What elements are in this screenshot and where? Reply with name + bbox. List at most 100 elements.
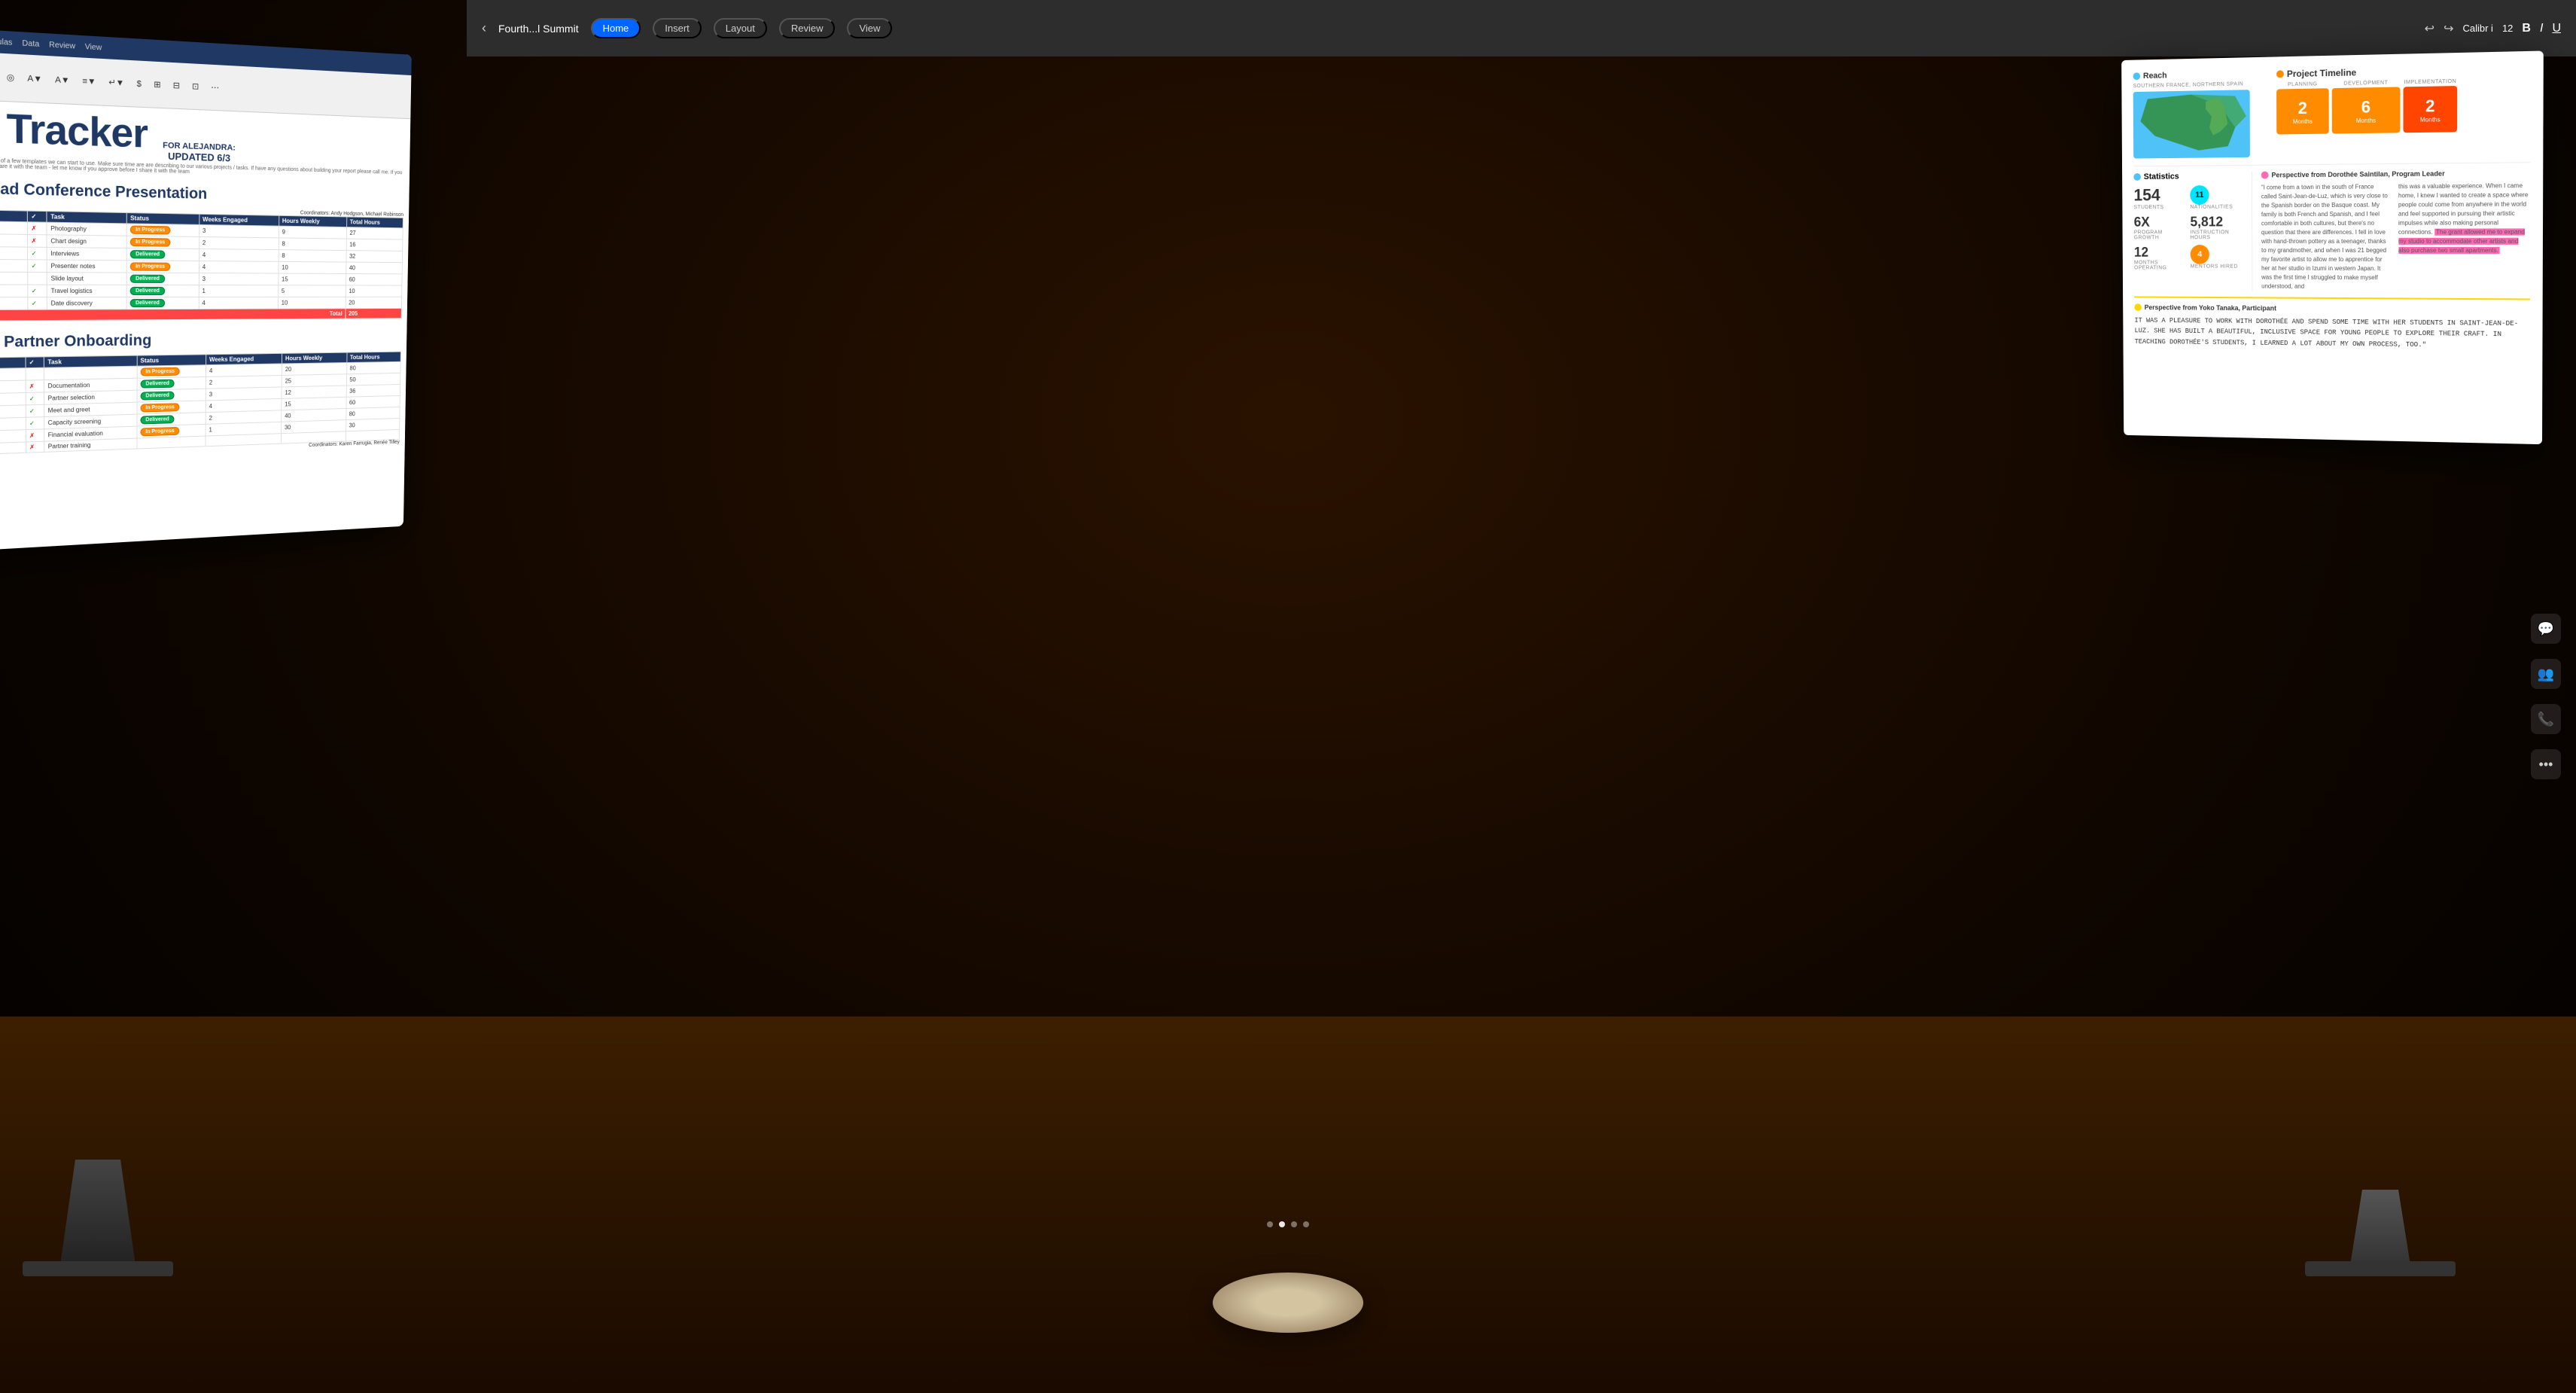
phone-icon[interactable]: 📞	[2531, 704, 2561, 734]
merge-tool[interactable]: ⊞	[154, 79, 160, 90]
phase-impl-label: IMPLEMENTATION	[2404, 79, 2456, 85]
cell-hours: 8	[279, 250, 346, 262]
underline-button[interactable]: U	[2552, 22, 2561, 35]
cell-hours: 9	[279, 226, 346, 239]
nav-review-button[interactable]: Review	[779, 18, 836, 38]
nav-home-button[interactable]: Home	[591, 18, 641, 38]
side-icons: 💬 👥 📞 •••	[2531, 614, 2561, 779]
chat-icon[interactable]: 💬	[2531, 614, 2561, 644]
extra-tool[interactable]: ⋯	[211, 82, 219, 93]
dot-1[interactable]	[1267, 1221, 1273, 1227]
cell-total: 40	[346, 262, 403, 274]
cell-total: 27	[346, 227, 403, 240]
cell-hours: 5	[279, 285, 346, 297]
cell-check	[26, 367, 44, 380]
phase-dev-unit: Months	[2356, 117, 2376, 123]
cell-date	[0, 272, 28, 285]
stat-growth-value: 6X	[2134, 215, 2186, 230]
cell-task: Chart design	[47, 235, 127, 248]
font-size[interactable]: 12	[2502, 23, 2513, 34]
stat-months: 12 MONTHS OPERATING	[2134, 245, 2186, 270]
bold-button[interactable]: B	[2522, 22, 2531, 35]
col-check2: ✓	[26, 357, 44, 368]
phase-planning-unit: Months	[2293, 117, 2313, 124]
cell-status: In Progress	[126, 261, 199, 273]
cell-task: Interviews	[47, 247, 127, 260]
indent-tool[interactable]: ↵▼	[108, 77, 124, 88]
project-timeline: Project Timeline PLANNING 2 Months DEVEL…	[2276, 63, 2531, 157]
phase-impl-box: 2 Months	[2404, 86, 2458, 133]
excel-tab-review[interactable]: Review	[49, 40, 75, 50]
cell-check: ✓	[28, 260, 47, 273]
currency-tool[interactable]: $	[137, 79, 142, 89]
top-section: Reach SOUTHERN FRANCE, NORTHERN SPAIN Pr…	[2133, 63, 2531, 158]
fill-tool[interactable]: A▼	[27, 74, 42, 84]
cell-task: Presenter notes	[47, 260, 127, 273]
stat-students-value: 154	[2133, 185, 2185, 205]
wrap2-tool[interactable]: ⊡	[192, 81, 199, 92]
cell-check: ✓	[26, 392, 44, 405]
stat-nationalities: 11 NATIONALITIES	[2190, 185, 2243, 210]
dot-4[interactable]	[1303, 1221, 1309, 1227]
cell-date: May 31	[0, 233, 28, 247]
stat-instruction-value: 5,812	[2190, 214, 2243, 230]
dot-2[interactable]	[1279, 1221, 1285, 1227]
wrap-tool[interactable]: ⊟	[173, 81, 180, 91]
col-total2: Total Hours	[347, 352, 401, 362]
circle-tool[interactable]: ◎	[7, 72, 15, 83]
back-button[interactable]: ‹	[482, 20, 486, 36]
excel-tab-formulas[interactable]: Formulas	[0, 36, 12, 47]
cell-weeks: 3	[199, 224, 279, 237]
tracker-title: ce Tracker	[0, 106, 148, 154]
total-label: Total	[0, 309, 346, 322]
excel-tab-view[interactable]: View	[85, 42, 102, 52]
person-alt-icon[interactable]: 👥	[2531, 659, 2561, 689]
italic-button[interactable]: I	[2540, 22, 2543, 35]
reach-map	[2133, 90, 2250, 158]
undo-icon[interactable]: ↩	[2425, 21, 2434, 36]
redo-icon[interactable]: ↪	[2444, 21, 2453, 36]
nav-view-button[interactable]: View	[847, 18, 892, 38]
cell-hours: 8	[279, 238, 346, 251]
cell-hours: 10	[279, 261, 346, 273]
cell-check: ✗	[28, 234, 47, 247]
phase-impl-unit: Months	[2420, 116, 2441, 123]
right-doc-base	[2305, 1261, 2456, 1276]
font-name[interactable]: Calibr i	[2462, 23, 2492, 34]
excel-tab-data[interactable]: Data	[22, 38, 39, 48]
cell-date: May 29	[0, 246, 28, 260]
cell-task: Slide layout	[47, 273, 127, 285]
nav-layout-button[interactable]: Layout	[714, 18, 767, 38]
cell-check: ✗	[28, 222, 47, 235]
cell-date: May 13	[0, 297, 28, 310]
more-icon[interactable]: •••	[2531, 749, 2561, 779]
cell-hours: 20	[282, 363, 346, 376]
table-surface	[0, 1017, 2576, 1393]
col-hours: Hours Weekly	[279, 215, 347, 227]
cell-status: Delivered	[126, 297, 199, 309]
word-topbar: ‹ Fourth...l Summit Home Insert Layout R…	[467, 0, 2576, 56]
phase-planning-box: 2 Months	[2276, 88, 2329, 134]
timeline-dot	[2276, 70, 2284, 78]
reach-title: Reach	[2143, 72, 2167, 81]
font-color-tool[interactable]: A▼	[55, 75, 69, 85]
cell-status: Delivered	[126, 285, 199, 297]
cell-date: May 31	[0, 221, 28, 234]
phase-dev-label: DEVELOPMENT	[2344, 81, 2389, 87]
nav-insert-button[interactable]: Insert	[653, 18, 702, 38]
doc-title: Fourth...l Summit	[498, 23, 579, 35]
section2-table: Date Updated ✓ Task Status Weeks Engaged…	[0, 352, 401, 456]
align-tool[interactable]: ≡▼	[82, 76, 96, 86]
section2-title: 2024 Partner Onboarding	[0, 332, 151, 352]
perspective-text-right: this was a valuable experience. When I c…	[2398, 181, 2531, 292]
phase-planning-label: PLANNING	[2288, 81, 2318, 87]
cell-status: In Progress	[126, 236, 199, 248]
phase-implementation: IMPLEMENTATION 2 Months	[2404, 79, 2458, 133]
dot-3[interactable]	[1291, 1221, 1297, 1227]
bowl	[1213, 1273, 1363, 1333]
cell-status: In Progress	[137, 365, 206, 379]
cell-check: ✗	[26, 441, 44, 453]
cell-check: ✓	[28, 297, 47, 310]
col-status2: Status	[137, 355, 206, 366]
phase-impl-number: 2	[2425, 96, 2435, 116]
